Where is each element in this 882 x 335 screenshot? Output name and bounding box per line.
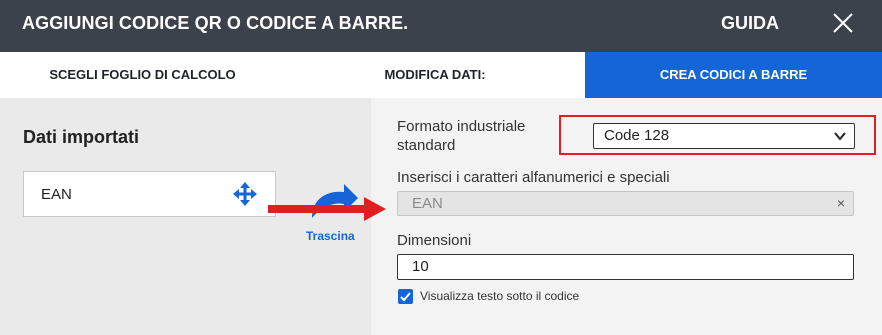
format-label: Formato industriale standard [397,117,525,155]
clear-icon[interactable]: × [837,195,845,211]
format-label-line2: standard [397,137,456,154]
red-pointer-arrow-icon [268,197,386,221]
title-bar: AGGIUNGI CODICE QR O CODICE A BARRE. GUI… [0,0,882,52]
dialog-title: AGGIUNGI CODICE QR O CODICE A BARRE. [22,13,409,33]
tab-edit-data[interactable]: MODIFICA DATI: [285,52,585,98]
characters-input: EAN × [397,191,854,216]
format-select-value: Code 128 [604,127,670,144]
format-highlight-box: Code 128 [559,115,876,155]
step-tabs: SCEGLI FOGLIO DI CALCOLO MODIFICA DATI: … [0,52,882,98]
close-icon[interactable] [832,12,854,34]
drag-label: Trascina [306,229,355,243]
dimensions-input-value: 10 [412,258,429,275]
show-text-checkbox[interactable] [398,289,413,304]
chevron-down-icon [834,132,846,141]
help-button[interactable]: GUIDA [721,13,779,34]
tab-create-barcodes[interactable]: CREA CODICI A BARRE [585,52,882,98]
move-icon[interactable] [232,181,258,207]
format-select[interactable]: Code 128 [593,123,855,149]
format-label-line1: Formato industriale [397,118,526,135]
dimensions-label: Dimensioni [397,232,472,249]
field-card-label: EAN [41,186,72,203]
characters-label: Inserisci i caratteri alfanumerici e spe… [397,169,670,186]
characters-input-value: EAN [412,195,443,212]
check-icon [400,292,411,302]
imported-data-title: Dati importati [23,127,140,147]
show-text-label: Visualizza testo sotto il codice [420,289,580,303]
draggable-field-card[interactable]: EAN [23,171,276,217]
tab-choose-spreadsheet[interactable]: SCEGLI FOGLIO DI CALCOLO [0,52,285,98]
dimensions-input[interactable]: 10 [397,254,854,280]
